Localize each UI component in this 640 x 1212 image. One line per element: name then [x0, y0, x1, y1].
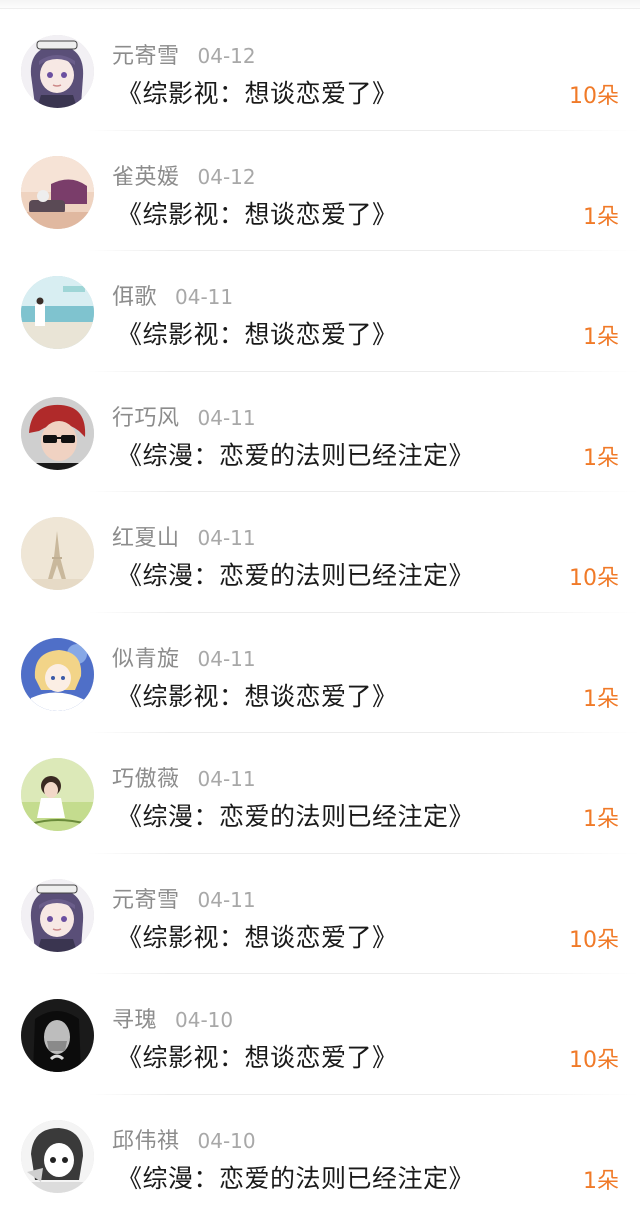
list-item[interactable]: 寻瑰 04-10 《综影视：想谈恋爱了》 10朵 [0, 974, 640, 1095]
book-title[interactable]: 《综影视：想谈恋爱了》 [117, 315, 398, 351]
record-meta: 寻瑰 04-10 [112, 1002, 234, 1033]
gift-record-list[interactable]: 元寄雪 04-12 《综影视：想谈恋爱了》 10朵 雀英媛 04-12 《综影视… [0, 10, 640, 1212]
gift-amount: 1朵 [583, 325, 619, 350]
username[interactable]: 寻瑰 [112, 1002, 157, 1034]
anime-girl-purple-hair-icon[interactable] [21, 35, 94, 108]
gift-amount: 1朵 [583, 686, 619, 712]
list-item[interactable]: 红夏山 04-11 《综漫：恋爱的法则已经注定》 10朵 [0, 492, 640, 613]
book-title[interactable]: 《综影视：想谈恋爱了》 [117, 74, 398, 110]
gift-amount: 1朵 [583, 204, 619, 230]
gift-amount: 10朵 [569, 84, 619, 109]
record-meta: 元寄雪 04-11 [112, 882, 256, 913]
record-date: 04-11 [197, 646, 256, 671]
gift-records-page: 元寄雪 04-12 《综影视：想谈恋爱了》 10朵 雀英媛 04-12 《综影视… [0, 0, 640, 1212]
book-title[interactable]: 《综影视：想谈恋爱了》 [117, 195, 398, 231]
record-date: 04-11 [197, 405, 256, 430]
top-divider [0, 8, 640, 9]
red-hair-boy-sunglasses-icon[interactable] [21, 396, 94, 470]
record-date: 04-11 [197, 887, 256, 912]
username[interactable]: 红夏山 [112, 520, 180, 552]
record-meta: 元寄雪 04-12 [112, 38, 256, 69]
anime-blonde-girl-icon[interactable] [21, 637, 94, 711]
record-date: 04-12 [197, 44, 256, 68]
book-title[interactable]: 《综影视：想谈恋爱了》 [117, 677, 398, 713]
record-meta: 邱伟祺 04-10 [112, 1123, 256, 1154]
record-date: 04-10 [175, 1008, 234, 1032]
manga-girl-sketch-icon[interactable] [21, 1119, 94, 1193]
list-item[interactable]: 巧傲薇 04-11 《综漫：恋爱的法则已经注定》 1朵 [0, 733, 640, 854]
username[interactable]: 雀英媛 [112, 159, 180, 191]
record-date: 04-11 [197, 767, 256, 791]
username[interactable]: 元寄雪 [112, 882, 180, 914]
black-white-girl-photo-icon[interactable] [21, 999, 94, 1072]
list-item[interactable]: 似青旋 04-11 《综影视：想谈恋爱了》 1朵 [0, 613, 640, 733]
list-item[interactable]: 行巧风 04-11 《综漫：恋爱的法则已经注定》 1朵 [0, 372, 640, 492]
book-title[interactable]: 《综漫：恋爱的法则已经注定》 [117, 1159, 474, 1195]
username[interactable]: 巧傲薇 [112, 761, 180, 793]
username[interactable]: 邱伟祺 [112, 1123, 180, 1155]
green-girl-photo-icon[interactable] [21, 758, 94, 831]
record-meta: 红夏山 04-11 [112, 520, 256, 551]
book-title[interactable]: 《综漫：恋爱的法则已经注定》 [117, 556, 474, 592]
book-title[interactable]: 《综影视：想谈恋爱了》 [117, 1038, 398, 1074]
gift-amount: 1朵 [583, 445, 619, 471]
record-date: 04-12 [197, 164, 256, 189]
list-item[interactable]: 元寄雪 04-12 《综影视：想谈恋爱了》 10朵 [0, 10, 640, 131]
list-item[interactable]: 雀英媛 04-12 《综影视：想谈恋爱了》 1朵 [0, 131, 640, 251]
record-meta: 雀英媛 04-12 [112, 159, 256, 190]
pink-room-photo-icon[interactable] [21, 155, 94, 229]
record-meta: 佴歌 04-11 [112, 279, 234, 310]
list-item[interactable]: 邱伟祺 04-10 《综漫：恋爱的法则已经注定》 1朵 [0, 1095, 640, 1212]
gift-amount: 1朵 [583, 807, 619, 832]
record-date: 04-11 [175, 285, 234, 309]
record-meta: 行巧风 04-11 [112, 400, 256, 431]
book-title[interactable]: 《综漫：恋爱的法则已经注定》 [117, 436, 474, 472]
gift-amount: 1朵 [583, 1168, 619, 1194]
username[interactable]: 佴歌 [112, 279, 157, 311]
book-title[interactable]: 《综影视：想谈恋爱了》 [117, 918, 398, 954]
list-item[interactable]: 元寄雪 04-11 《综影视：想谈恋爱了》 10朵 [0, 854, 640, 974]
record-date: 04-10 [197, 1128, 256, 1153]
list-item[interactable]: 佴歌 04-11 《综影视：想谈恋爱了》 1朵 [0, 251, 640, 372]
beach-girl-photo-icon[interactable] [21, 276, 94, 349]
username[interactable]: 元寄雪 [112, 38, 180, 70]
book-title[interactable]: 《综漫：恋爱的法则已经注定》 [117, 797, 474, 833]
gift-amount: 10朵 [569, 566, 619, 591]
record-date: 04-11 [197, 526, 256, 550]
record-meta: 似青旋 04-11 [112, 641, 256, 672]
username[interactable]: 行巧风 [112, 400, 180, 432]
record-meta: 巧傲薇 04-11 [112, 761, 256, 792]
eiffel-tower-sepia-icon[interactable] [21, 517, 94, 590]
gift-amount: 10朵 [569, 927, 619, 953]
gift-amount: 10朵 [569, 1048, 619, 1073]
anime-girl-purple-hair-icon[interactable] [21, 878, 94, 952]
username[interactable]: 似青旋 [112, 641, 180, 673]
